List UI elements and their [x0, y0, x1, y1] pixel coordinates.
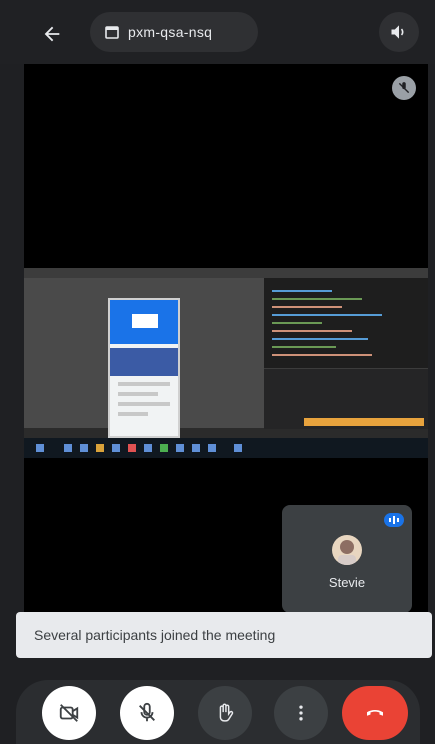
shared-screen-taskbar — [24, 438, 428, 458]
camera-toggle-button[interactable] — [42, 686, 96, 740]
meeting-code: pxm-qsa-nsq — [128, 24, 213, 40]
top-bar: pxm-qsa-nsq — [0, 0, 435, 64]
shared-screen[interactable] — [24, 268, 428, 458]
call-controls — [16, 680, 420, 744]
back-button[interactable] — [32, 14, 72, 54]
meet-window: pxm-qsa-nsq Stevie Several participants … — [0, 0, 435, 744]
meeting-info-chip[interactable]: pxm-qsa-nsq — [90, 12, 258, 52]
shared-screen-titlebar — [24, 268, 428, 278]
self-mic-indicator — [384, 513, 404, 527]
end-call-button[interactable] — [342, 686, 408, 740]
mic-toggle-button[interactable] — [120, 686, 174, 740]
shared-screen-notification — [304, 418, 424, 426]
raise-hand-button[interactable] — [198, 686, 252, 740]
end-call-icon — [367, 710, 383, 716]
more-vert-icon — [299, 705, 303, 721]
notification-toast: Several participants joined the meeting — [16, 612, 432, 658]
raise-hand-icon — [219, 703, 234, 722]
toast-message: Several participants joined the meeting — [34, 627, 276, 643]
mic-off-icon — [139, 702, 155, 722]
audio-level-icon — [389, 516, 399, 524]
avatar — [332, 535, 362, 565]
self-view-tile[interactable]: Stevie — [282, 505, 412, 613]
calendar-icon — [105, 26, 119, 39]
mic-off-icon — [398, 82, 410, 94]
audio-output-button[interactable] — [379, 12, 419, 52]
presenter-mic-badge — [392, 76, 416, 100]
more-options-button[interactable] — [274, 686, 328, 740]
self-name-label: Stevie — [328, 575, 366, 590]
camera-off-icon — [59, 704, 79, 722]
shared-screen-phone-preview — [108, 298, 180, 438]
arrow-left-icon — [44, 26, 60, 42]
speaker-icon — [391, 25, 404, 39]
